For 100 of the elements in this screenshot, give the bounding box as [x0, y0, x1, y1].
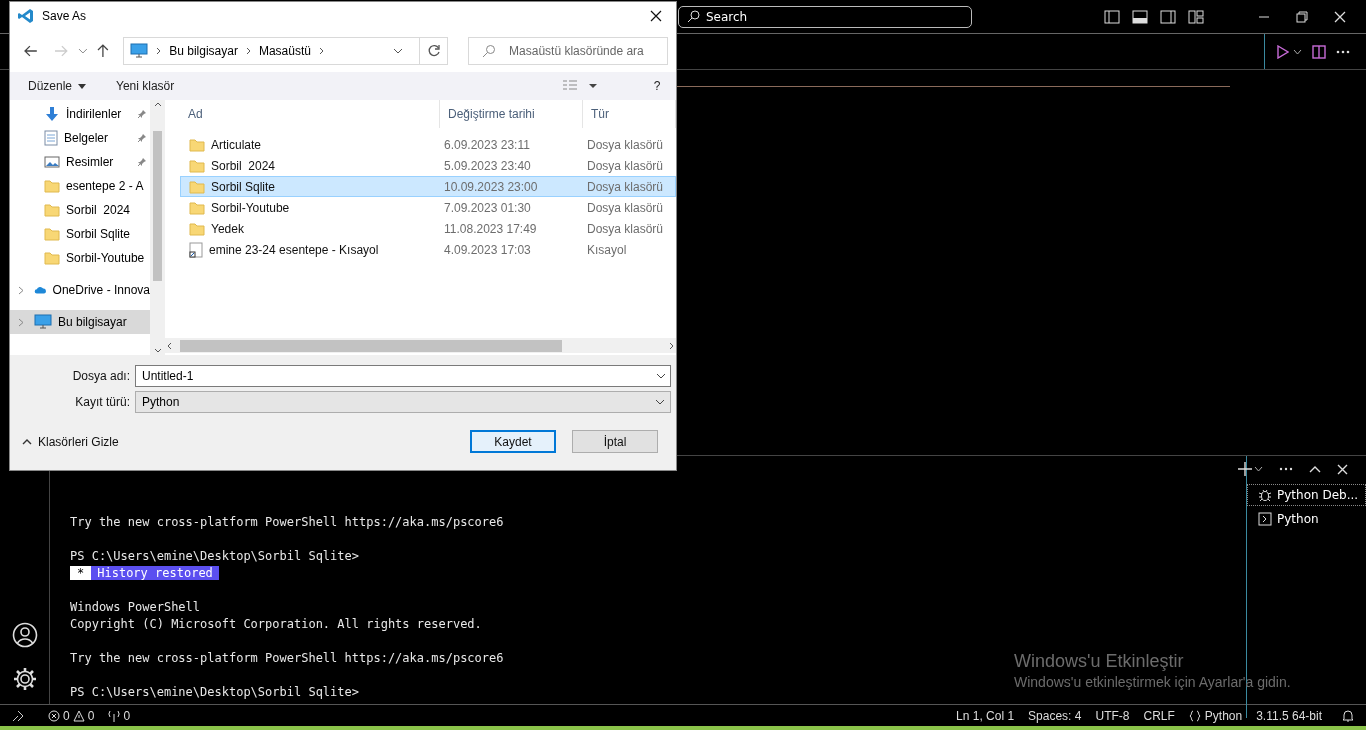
nav-item[interactable]: Resimler	[10, 150, 150, 174]
terminal-tab[interactable]: Python Deb...	[1247, 484, 1366, 506]
split-editor-icon[interactable]	[1312, 44, 1326, 59]
computer-icon	[130, 43, 149, 59]
account-icon[interactable]	[11, 622, 38, 648]
file-type: Dosya klasörü	[586, 179, 665, 194]
settings-icon[interactable]	[11, 666, 38, 692]
layout-icon[interactable]	[1188, 9, 1204, 24]
more-icon[interactable]	[1336, 49, 1350, 54]
chevron-left-icon[interactable]	[167, 341, 172, 350]
refresh-icon[interactable]	[426, 44, 441, 58]
activation-title: Windows'u Etkinleştir	[1014, 651, 1185, 672]
status-item[interactable]: CRLF	[1143, 708, 1175, 723]
close-icon[interactable]	[1334, 10, 1346, 23]
help-button[interactable]: ?	[648, 77, 666, 95]
status-item[interactable]: Spaces: 4	[1028, 708, 1082, 723]
status-item[interactable]: Ln 1, Col 1	[956, 708, 1015, 723]
scrollbar[interactable]	[165, 338, 676, 353]
terminal-line: Windows PowerShell	[70, 599, 201, 616]
cancel-button[interactable]: İptal	[572, 430, 658, 453]
caret-icon[interactable]	[588, 83, 598, 89]
organize-menu[interactable]: Düzenle	[28, 79, 87, 93]
address-bar[interactable]: Bu bilgisayar Masaüstü	[123, 37, 449, 65]
chevron-right-icon[interactable]	[18, 286, 24, 295]
chevron-right-icon[interactable]	[156, 47, 162, 55]
new-folder-button[interactable]: Yeni klasör	[116, 79, 175, 93]
file-name-field[interactable]: Untitled-1	[135, 365, 671, 387]
chevron-right-icon[interactable]	[245, 47, 251, 55]
chevron-up-icon[interactable]	[153, 102, 162, 107]
file-type: Dosya klasörü	[586, 221, 665, 236]
column-header[interactable]: Değiştirme tarihi	[440, 100, 583, 128]
save-button[interactable]: Kaydet	[470, 430, 556, 453]
file-row[interactable]: Sorbil Sqlite 10.09.2023 23:00 Dosya klasörü	[180, 176, 676, 197]
nav-label: İndirilenler	[66, 107, 122, 121]
warning-icon	[72, 709, 85, 722]
status-item[interactable]: 3.11.5 64-bit	[1256, 708, 1322, 723]
breadcrumb[interactable]: Bu bilgisayar	[169, 44, 238, 58]
hide-folders-button[interactable]: Klasörleri Gizle	[22, 434, 119, 449]
ports-indicator[interactable]: 0	[108, 708, 131, 723]
status-item[interactable]: Python	[1188, 708, 1243, 723]
chevron-down-icon[interactable]	[153, 348, 162, 353]
nav-label: Belgeler	[64, 131, 109, 145]
file-row[interactable]: Sorbil-Youtube 7.09.2023 01:30 Dosya klasörü	[180, 197, 676, 218]
chevron-down-icon[interactable]	[655, 399, 665, 405]
column-header[interactable]: Ad	[180, 100, 440, 128]
dialog-title: Save As	[42, 9, 87, 23]
more-icon[interactable]	[1279, 467, 1293, 471]
file-row[interactable]: Sorbil 2024 5.09.2023 23:40 Dosya klasörü	[180, 155, 676, 176]
chevron-down-icon[interactable]	[393, 47, 404, 55]
chevron-down-icon[interactable]	[656, 373, 666, 379]
problems-indicator[interactable]: 0 0	[48, 708, 95, 723]
restore-icon[interactable]	[1296, 10, 1308, 23]
column-header[interactable]: Tür	[583, 100, 676, 128]
file-date: 11.08.2023 17:49	[443, 221, 538, 236]
chevron-down-icon[interactable]	[1293, 48, 1302, 55]
chevron-right-icon[interactable]	[318, 47, 324, 55]
back-arrow-icon[interactable]	[24, 45, 38, 57]
remote-icon[interactable]	[12, 709, 24, 722]
terminal-icon	[1258, 512, 1272, 526]
nav-item[interactable]: Sorbil Sqlite	[10, 222, 150, 246]
nav-label: Resimler	[66, 155, 114, 169]
nav-item[interactable]: Sorbil-Youtube	[10, 246, 150, 270]
chevron-up-icon[interactable]	[22, 438, 32, 445]
command-search[interactable]: Search	[678, 5, 972, 28]
nav-item[interactable]: Sorbil 2024	[10, 198, 150, 222]
file-row[interactable]: Articulate 6.09.2023 23:11 Dosya klasörü	[180, 134, 676, 155]
run-icon[interactable]	[1277, 44, 1289, 59]
nav-item[interactable]: İndirilenler	[10, 102, 150, 126]
nav-label: Sorbil 2024	[66, 203, 131, 217]
close-icon[interactable]	[1337, 463, 1348, 475]
nav-item[interactable]: Bu bilgisayar	[10, 310, 150, 334]
panel-toggle-icon[interactable]	[1132, 9, 1148, 24]
sidebar-toggle-icon[interactable]	[1104, 9, 1120, 24]
file-row[interactable]: emine 23-24 esentepe - Kısayol 4.09.2023 17:03 Kısayol	[180, 239, 676, 260]
chevron-right-icon[interactable]	[669, 341, 674, 350]
folder-icon	[44, 251, 60, 265]
scrollbar[interactable]	[150, 100, 165, 355]
bell-icon[interactable]	[1342, 709, 1354, 722]
file-date: 7.09.2023 01:30	[443, 200, 532, 215]
field-label: Dosya adı:	[71, 369, 131, 383]
terminal-tab[interactable]: Python	[1247, 508, 1366, 530]
status-item[interactable]: UTF-8	[1095, 708, 1130, 723]
folder-icon	[189, 179, 205, 194]
search-icon	[482, 44, 497, 58]
nav-item[interactable]: esentepe 2 - A	[10, 174, 150, 198]
nav-item[interactable]: Belgeler	[10, 126, 150, 150]
file-date: 4.09.2023 17:03	[443, 242, 532, 257]
plus-icon[interactable]	[1238, 462, 1252, 476]
file-row[interactable]: Yedek 11.08.2023 17:49 Dosya klasörü	[180, 218, 676, 239]
terminal-notice: History restored	[91, 566, 219, 580]
chevron-down-icon[interactable]	[1254, 466, 1263, 472]
search-field[interactable]: Masaüstü klasöründe ara	[468, 37, 669, 65]
terminal-marker: *	[70, 566, 92, 580]
breadcrumb[interactable]: Masaüstü	[258, 44, 311, 58]
download-icon	[44, 106, 60, 122]
nav-item[interactable]: OneDrive - Innova	[10, 278, 150, 302]
save-type-dropdown[interactable]: Python	[135, 391, 671, 413]
up-arrow-icon[interactable]	[97, 44, 110, 58]
file-name: Articulate	[211, 137, 262, 152]
secondary-sidebar-icon[interactable]	[1160, 9, 1176, 24]
